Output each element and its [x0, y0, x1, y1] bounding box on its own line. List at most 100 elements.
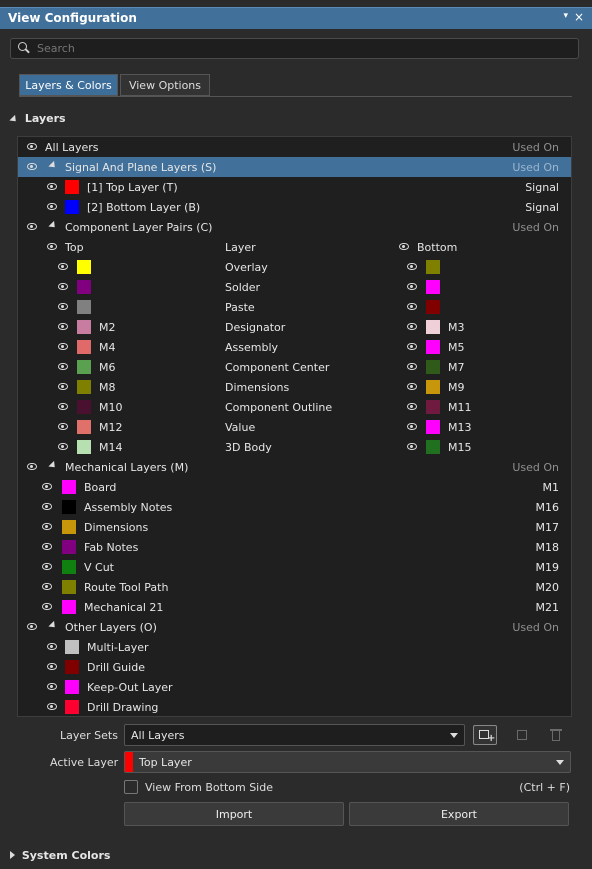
- expand-triangle-icon[interactable]: [48, 220, 58, 231]
- color-swatch[interactable]: [62, 540, 76, 554]
- eye-icon[interactable]: [58, 423, 68, 430]
- component-pair-row[interactable]: M14 3D Body M15: [18, 437, 571, 457]
- group-row-signal[interactable]: Signal And Plane Layers (S) Used On: [18, 157, 571, 177]
- mechanical-layer-row[interactable]: V Cut M19: [18, 557, 571, 577]
- color-swatch[interactable]: [62, 600, 76, 614]
- eye-icon[interactable]: [407, 363, 417, 370]
- delete-layer-set-button[interactable]: [543, 725, 567, 745]
- bottom-color-swatch[interactable]: [426, 400, 440, 414]
- search-box[interactable]: [10, 38, 579, 59]
- layers-section-header[interactable]: Layers: [9, 112, 66, 125]
- top-color-swatch[interactable]: [77, 380, 91, 394]
- eye-icon[interactable]: [407, 263, 417, 270]
- eye-icon[interactable]: [58, 263, 68, 270]
- eye-icon[interactable]: [27, 143, 37, 150]
- eye-icon[interactable]: [407, 343, 417, 350]
- mechanical-layer-row[interactable]: Dimensions M17: [18, 517, 571, 537]
- top-color-swatch[interactable]: [77, 260, 91, 274]
- expand-triangle-icon[interactable]: [48, 160, 58, 171]
- import-button[interactable]: Import: [124, 802, 344, 826]
- eye-icon[interactable]: [42, 523, 52, 530]
- eye-icon[interactable]: [42, 563, 52, 570]
- other-layer-row[interactable]: Multi-Layer: [18, 637, 571, 657]
- eye-icon[interactable]: [58, 283, 68, 290]
- component-pair-row[interactable]: M8 Dimensions M9: [18, 377, 571, 397]
- other-layer-row[interactable]: Drill Guide: [18, 657, 571, 677]
- close-icon[interactable]: ×: [574, 10, 584, 24]
- top-color-swatch[interactable]: [77, 420, 91, 434]
- top-color-swatch[interactable]: [77, 400, 91, 414]
- bottom-color-swatch[interactable]: [426, 420, 440, 434]
- eye-icon[interactable]: [58, 323, 68, 330]
- signal-layer-row[interactable]: [1] Top Layer (T) Signal: [18, 177, 571, 197]
- eye-icon[interactable]: [27, 223, 37, 230]
- bottom-color-swatch[interactable]: [426, 300, 440, 314]
- eye-icon[interactable]: [42, 543, 52, 550]
- top-color-swatch[interactable]: [77, 280, 91, 294]
- add-layer-set-button[interactable]: +: [473, 725, 497, 745]
- eye-icon[interactable]: [58, 303, 68, 310]
- eye-icon[interactable]: [58, 443, 68, 450]
- color-swatch[interactable]: [62, 500, 76, 514]
- system-colors-header[interactable]: System Colors: [10, 849, 110, 862]
- top-color-swatch[interactable]: [77, 360, 91, 374]
- expand-triangle-icon[interactable]: [48, 620, 58, 631]
- bottom-color-swatch[interactable]: [426, 280, 440, 294]
- eye-icon[interactable]: [47, 703, 57, 710]
- mechanical-layer-row[interactable]: Mechanical 21 M21: [18, 597, 571, 617]
- bottom-color-swatch[interactable]: [426, 320, 440, 334]
- eye-icon[interactable]: [407, 443, 417, 450]
- eye-icon[interactable]: [42, 603, 52, 610]
- tab-layers-colors[interactable]: Layers & Colors: [19, 74, 118, 96]
- eye-icon[interactable]: [27, 623, 37, 630]
- bottom-color-swatch[interactable]: [426, 260, 440, 274]
- other-layer-row[interactable]: Drill Drawing: [18, 697, 571, 717]
- component-pair-row[interactable]: M2 Designator M3: [18, 317, 571, 337]
- save-layer-set-button[interactable]: [509, 725, 533, 745]
- color-swatch[interactable]: [65, 660, 79, 674]
- color-swatch[interactable]: [65, 180, 79, 194]
- search-input[interactable]: [37, 42, 557, 55]
- mechanical-layer-row[interactable]: Fab Notes M18: [18, 537, 571, 557]
- color-swatch[interactable]: [62, 480, 76, 494]
- eye-icon[interactable]: [407, 383, 417, 390]
- eye-icon[interactable]: [407, 323, 417, 330]
- eye-icon[interactable]: [47, 643, 57, 650]
- expand-triangle-icon[interactable]: [48, 460, 58, 471]
- eye-icon[interactable]: [407, 283, 417, 290]
- eye-icon[interactable]: [407, 303, 417, 310]
- color-swatch[interactable]: [62, 560, 76, 574]
- eye-icon[interactable]: [58, 343, 68, 350]
- component-pair-row[interactable]: M6 Component Center M7: [18, 357, 571, 377]
- component-pair-row[interactable]: M12 Value M13: [18, 417, 571, 437]
- panel-menu-icon[interactable]: ▾: [563, 11, 568, 21]
- eye-icon[interactable]: [42, 583, 52, 590]
- group-row-other[interactable]: Other Layers (O) Used On: [18, 617, 571, 637]
- eye-icon[interactable]: [58, 403, 68, 410]
- bottom-color-swatch[interactable]: [426, 360, 440, 374]
- eye-icon[interactable]: [27, 463, 37, 470]
- export-button[interactable]: Export: [349, 802, 569, 826]
- eye-icon[interactable]: [399, 243, 409, 250]
- top-color-swatch[interactable]: [77, 340, 91, 354]
- other-layer-row[interactable]: Keep-Out Layer: [18, 677, 571, 697]
- eye-icon[interactable]: [47, 243, 57, 250]
- eye-icon[interactable]: [42, 483, 52, 490]
- top-color-swatch[interactable]: [77, 440, 91, 454]
- eye-icon[interactable]: [47, 203, 57, 210]
- eye-icon[interactable]: [407, 403, 417, 410]
- eye-icon[interactable]: [27, 163, 37, 170]
- bottom-color-swatch[interactable]: [426, 340, 440, 354]
- mechanical-layer-row[interactable]: Board M1: [18, 477, 571, 497]
- bottom-color-swatch[interactable]: [426, 380, 440, 394]
- group-row-mechanical[interactable]: Mechanical Layers (M) Used On: [18, 457, 571, 477]
- color-swatch[interactable]: [65, 680, 79, 694]
- component-pair-row[interactable]: Solder: [18, 277, 571, 297]
- signal-layer-row[interactable]: [2] Bottom Layer (B) Signal: [18, 197, 571, 217]
- top-color-swatch[interactable]: [77, 300, 91, 314]
- view-bottom-checkbox[interactable]: [124, 780, 138, 794]
- eye-icon[interactable]: [47, 183, 57, 190]
- color-swatch[interactable]: [65, 700, 79, 714]
- eye-icon[interactable]: [58, 363, 68, 370]
- bottom-color-swatch[interactable]: [426, 440, 440, 454]
